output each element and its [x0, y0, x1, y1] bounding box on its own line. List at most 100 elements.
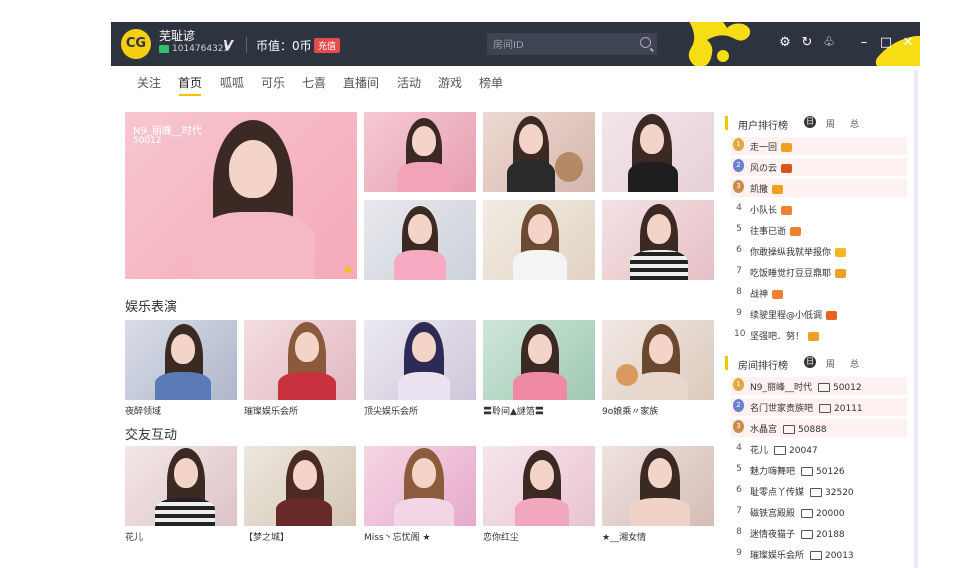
sidebar-scrollbar[interactable] — [914, 70, 918, 568]
minimize-icon[interactable]: – — [856, 35, 872, 51]
room-name-text: 花儿 — [750, 446, 769, 456]
room-rank-row[interactable]: 1 N9_丽峰__时代 50012 — [731, 377, 907, 395]
tab-follow[interactable]: 关注 — [137, 74, 161, 91]
stream-card[interactable] — [602, 446, 714, 526]
room-rank-title: 房间排行榜 — [738, 361, 788, 372]
level-badge-icon — [808, 332, 820, 341]
user-rank-row[interactable]: 1 走一回 — [731, 137, 907, 155]
stream-card[interactable] — [483, 446, 595, 526]
user-name[interactable]: 芜耻谚 — [159, 27, 195, 44]
recharge-button[interactable]: 充值 — [314, 38, 341, 53]
thumb-top-4[interactable] — [364, 200, 476, 280]
room-id-icon — [810, 488, 823, 497]
stream-card[interactable] — [244, 446, 356, 526]
thumb-top-6[interactable] — [602, 200, 714, 280]
search-input[interactable] — [491, 35, 635, 55]
stream-caption[interactable]: 【梦之城】 — [244, 530, 289, 543]
stream-card[interactable] — [602, 320, 714, 400]
stream-card[interactable] — [483, 320, 595, 400]
user-rank-row[interactable]: 4 小队长 — [731, 200, 907, 218]
stream-caption[interactable]: ★__湘女情 — [602, 530, 646, 543]
face-shape — [229, 140, 277, 198]
stream-card[interactable] — [125, 320, 237, 400]
tab-live[interactable]: 直播间 — [343, 74, 379, 91]
stream-card[interactable] — [244, 320, 356, 400]
bronze-medal-icon: 3 — [733, 180, 744, 193]
user-name-text: 风の云 — [750, 164, 778, 174]
level-badge-icon — [781, 206, 793, 215]
rank-number: 7 — [736, 506, 742, 516]
room-rank-row[interactable]: 7 磁铁宫殿殿 20000 — [731, 503, 907, 521]
face-shape — [519, 124, 543, 154]
user-rank-row[interactable]: 2 风の云 — [731, 158, 907, 176]
face-shape — [640, 124, 664, 154]
user-rank-tab-day[interactable]: 日 — [804, 116, 816, 128]
thumb-top-2[interactable] — [483, 112, 595, 192]
stream-caption[interactable]: 顶尖娱乐会所 — [364, 404, 418, 417]
rank-name: 风の云 — [750, 161, 793, 174]
bronze-medal-icon: 3 — [733, 420, 744, 433]
stream-caption[interactable]: 夜醉领域 — [125, 404, 161, 417]
search-icon[interactable] — [640, 37, 651, 48]
user-rank-row[interactable]: 9 续驶里程@小低调 — [731, 305, 907, 323]
user-rank-row[interactable]: 7 吃饭睡觉打豆豆鼎耶 — [731, 263, 907, 281]
tab-guagua[interactable]: 呱呱 — [220, 74, 244, 91]
room-name-text: 璀璨娱乐会所 — [750, 551, 805, 561]
room-id-text: 50888 — [798, 425, 827, 435]
user-rank-row[interactable]: 6 你敢操纵我就举报你 — [731, 242, 907, 260]
room-rank-row[interactable]: 4 花儿 20047 — [731, 440, 907, 458]
thumb-top-1[interactable] — [364, 112, 476, 192]
settings-icon[interactable]: ⚙ — [777, 35, 793, 51]
user-rank-row[interactable]: 8 战神 — [731, 284, 907, 302]
close-icon[interactable]: ✕ — [900, 35, 916, 51]
rank-name: 迷情夜猫子 20188 — [750, 527, 845, 540]
user-rank-row[interactable]: 5 往事已逝 — [731, 221, 907, 239]
stream-card[interactable] — [364, 320, 476, 400]
carousel-dot[interactable] — [345, 267, 351, 273]
room-rank-tab-week[interactable]: 周 — [826, 357, 835, 370]
stream-caption[interactable]: 花儿 — [125, 530, 143, 543]
user-rank-tab-total[interactable]: 总 — [850, 117, 859, 130]
tab-home[interactable]: 首页 — [178, 74, 202, 91]
thumb-top-3[interactable] — [602, 112, 714, 192]
stream-caption[interactable]: 璀璨娱乐会所 — [244, 404, 298, 417]
stream-caption[interactable]: 〓聆间▲謎箔〓 — [483, 404, 544, 417]
user-rank-tab-week[interactable]: 周 — [826, 117, 835, 130]
room-rank-tab-day[interactable]: 日 — [804, 356, 816, 368]
room-name-text: 名门世家贵族吧 — [750, 404, 814, 414]
room-rank-row[interactable]: 2 名门世家贵族吧 20111 — [731, 398, 907, 416]
user-id-wrap: 1014764323 — [159, 44, 229, 54]
user-rank-row[interactable]: 3 凯撒 — [731, 179, 907, 197]
stream-card[interactable] — [125, 446, 237, 526]
user-name-text: 凯撒 — [750, 185, 769, 195]
tab-rankings[interactable]: 榜单 — [479, 74, 503, 91]
stream-card[interactable] — [364, 446, 476, 526]
room-rank-row[interactable]: 6 耻零点丫传媒 32520 — [731, 482, 907, 500]
room-id-icon — [810, 551, 823, 560]
refresh-icon[interactable]: ↻ — [799, 35, 815, 51]
room-rank-row[interactable]: 3 水晶宫 50888 — [731, 419, 907, 437]
stream-caption[interactable]: 9o娘乘〃家族 — [602, 404, 658, 417]
room-rank-tab-total[interactable]: 总 — [850, 357, 859, 370]
stream-caption[interactable]: 恋你红尘 — [483, 530, 519, 543]
tab-qixi[interactable]: 七喜 — [302, 74, 326, 91]
section-title-social: 交友互动 — [125, 428, 178, 443]
tab-kele[interactable]: 可乐 — [261, 74, 285, 91]
rank-name: 魅力嗨舞吧 50126 — [750, 464, 845, 477]
featured-stream[interactable]: N9_丽峰__时代 50012 — [125, 112, 357, 279]
gold-medal-icon: 1 — [733, 138, 744, 151]
room-rank-row[interactable]: 8 迷情夜猫子 20188 — [731, 524, 907, 542]
room-rank-row[interactable]: 5 魅力嗨舞吧 50126 — [731, 461, 907, 479]
user-rank-row[interactable]: 10 坚强吧．努！ — [731, 326, 907, 344]
stream-caption[interactable]: Miss丶忘忧阁 ★ — [364, 530, 431, 543]
room-rank-row[interactable]: 9 璀璨娱乐会所 20013 — [731, 545, 907, 563]
tab-events[interactable]: 活动 — [397, 74, 421, 91]
room-id-text: 20111 — [834, 404, 863, 414]
thumb-top-5[interactable] — [483, 200, 595, 280]
room-name-text: 耻零点丫传媒 — [750, 488, 805, 498]
tab-games[interactable]: 游戏 — [438, 74, 462, 91]
maximize-icon[interactable]: □ — [878, 35, 894, 51]
level-badge-icon — [826, 311, 838, 320]
skin-icon[interactable]: ♧ — [821, 35, 837, 51]
rank-number: 5 — [736, 464, 742, 474]
